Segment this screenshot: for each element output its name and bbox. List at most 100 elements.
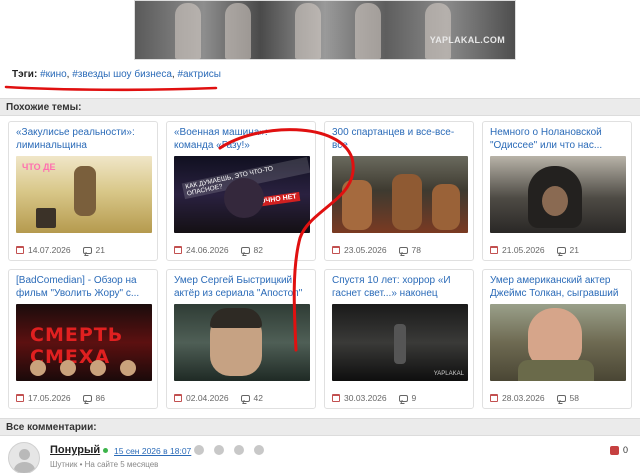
comment-icon: [82, 246, 92, 254]
topic-title[interactable]: Спустя 10 лет: хоррор «И гаснет свет...»…: [332, 275, 466, 301]
thumbnail-figure: [392, 174, 422, 230]
comment-author[interactable]: Понурый: [50, 444, 100, 456]
topic-thumbnail[interactable]: КАК ДУМАЕШЬ, ЭТО ЧТО-ТО ОПАСНОЕ? ДА ТОЧН…: [174, 156, 310, 233]
topic-meta: 02.04.2026 42: [174, 393, 263, 403]
comments-header: Все комментарии:: [0, 418, 640, 436]
topic-thumbnail[interactable]: ЧТО ДЕ: [16, 156, 152, 233]
post-image[interactable]: YAPLAKAL.COM: [134, 0, 516, 60]
topic-meta: 24.06.2026 82: [174, 245, 263, 255]
tag-link[interactable]: #актрисы: [177, 69, 221, 80]
topic-comment-count: 21: [95, 245, 106, 255]
topic-date: 21.05.2026: [502, 245, 545, 255]
comment-author-status: Шутник • На сайте 5 месяцев: [50, 460, 159, 469]
topic-meta: 28.03.2026 58: [490, 393, 579, 403]
comment-item: Понурый 15 сен 2026 в 18:07 Шутник • На …: [8, 440, 632, 473]
topic-meta: 23.05.2026 78: [332, 245, 421, 255]
post-image-area: YAPLAKAL.COM: [0, 0, 640, 62]
image-detail: [225, 3, 251, 59]
image-detail: [425, 3, 451, 59]
calendar-icon: [16, 394, 24, 402]
topic-meta: 21.05.2026 21: [490, 245, 579, 255]
topic-title[interactable]: «Закулисье реальности»: лиминальщина: [16, 127, 150, 153]
comment-icon: [82, 394, 92, 402]
topic-card[interactable]: Умер американский актер Джеймс Толкан, с…: [482, 269, 632, 409]
topic-comment-count: 82: [253, 245, 264, 255]
image-detail: [295, 3, 321, 59]
topic-card[interactable]: 300 спартанцев и все-все-все 23.05.2026 …: [324, 121, 474, 261]
vote-down-icon[interactable]: [609, 445, 619, 455]
topic-card[interactable]: Немного о Ноланов­ской "Одиссее" или что…: [482, 121, 632, 261]
thumbnail-figure: [342, 180, 372, 230]
topic-comment-count: 21: [569, 245, 580, 255]
comment-actions: [194, 445, 264, 455]
thumbnail-figure: [36, 208, 56, 228]
quote-icon[interactable]: [234, 445, 244, 455]
comment-icon: [556, 246, 566, 254]
calendar-icon: [16, 246, 24, 254]
tags-label: Тэги:: [12, 69, 38, 80]
post-tags: Тэги: #кино, #звезды шоу бизнеса, #актри…: [12, 69, 221, 80]
topic-comment-count: 58: [569, 393, 580, 403]
topic-card[interactable]: [BadComedian] - Обзор на фильм "Уволить …: [8, 269, 158, 409]
topic-comment-count: 86: [95, 393, 106, 403]
comment-icon: [398, 246, 408, 254]
reply-icon[interactable]: [254, 445, 264, 455]
thumbnail-figure: [518, 360, 594, 381]
thumbnail-figure: [432, 184, 460, 230]
topic-title[interactable]: [BadComedian] - Обзор на фильм "Уволить …: [16, 275, 150, 301]
thumbnail-figure: [74, 166, 96, 216]
topic-card[interactable]: Спустя 10 лет: хоррор «И гаснет свет...»…: [324, 269, 474, 409]
thumbnail-figure: [394, 324, 406, 364]
info-icon[interactable]: [194, 445, 204, 455]
rating-value: 0: [622, 445, 628, 455]
thumbnail-caption: ЧТО ДЕ: [22, 162, 56, 172]
image-detail: [175, 3, 201, 59]
topic-title[interactable]: Умер американский актер Джеймс Толкан, с…: [490, 275, 624, 301]
annotation-underline: [4, 85, 218, 92]
topic-date: 30.03.2026: [344, 393, 387, 403]
user-tenure: На сайте 5 месяцев: [84, 460, 159, 469]
topic-thumbnail[interactable]: [174, 304, 310, 381]
topic-meta: 30.03.2026 9: [332, 393, 416, 403]
thumbnail-watermark: YAPLAKAL: [433, 371, 464, 377]
calendar-icon: [174, 246, 182, 254]
topic-thumbnail[interactable]: [490, 304, 626, 381]
topic-thumbnail[interactable]: [332, 156, 468, 233]
image-watermark: YAPLAKAL.COM: [429, 35, 505, 45]
thumbnail-figure: [120, 360, 136, 376]
thumbnail-figure: [528, 308, 582, 368]
warning-icon[interactable]: [214, 445, 224, 455]
topic-title[interactable]: Умер Сергей Быстрицкий, актёр из сериала…: [174, 275, 308, 301]
topic-card[interactable]: «Военная машина»: команда «Газу!» КАК ДУ…: [166, 121, 316, 261]
user-rank: Шутник: [50, 460, 78, 469]
online-status-icon: [103, 448, 108, 453]
topic-thumbnail[interactable]: YAPLAKAL: [332, 304, 468, 381]
topic-comment-count: 9: [411, 393, 417, 403]
avatar[interactable]: [8, 442, 40, 473]
thumbnail-figure: [30, 360, 46, 376]
topic-thumbnail[interactable]: [490, 156, 626, 233]
comment-rating: 0: [609, 445, 628, 455]
topic-meta: 14.07.2026 21: [16, 245, 105, 255]
topic-title[interactable]: 300 спартанцев и все-все-все: [332, 127, 466, 153]
topic-date: 02.04.2026: [186, 393, 229, 403]
thumbnail-figure: [542, 186, 568, 216]
topic-date: 14.07.2026: [28, 245, 71, 255]
thumbnail-figure: [90, 360, 106, 376]
thumbnail-figure: [210, 308, 262, 328]
topic-date: 28.03.2026: [502, 393, 545, 403]
comment-date[interactable]: 15 сен 2026 в 18:07: [114, 446, 191, 456]
thumbnail-figure: [224, 178, 264, 218]
topic-date: 24.06.2026: [186, 245, 229, 255]
topic-card[interactable]: Умер Сергей Быстрицкий, актёр из сериала…: [166, 269, 316, 409]
thumbnail-figure: [60, 360, 76, 376]
topic-card[interactable]: «Закулисье реальности»: лиминальщина ЧТО…: [8, 121, 158, 261]
topic-title[interactable]: Немного о Ноланов­ской "Одиссее" или что…: [490, 127, 624, 153]
topic-date: 17.05.2026: [28, 393, 71, 403]
tag-link[interactable]: #кино: [40, 69, 67, 80]
calendar-icon: [490, 246, 498, 254]
topic-title[interactable]: «Военная машина»: команда «Газу!»: [174, 127, 308, 153]
topic-thumbnail[interactable]: СМЕРТЬ СМЕХА: [16, 304, 152, 381]
tag-link[interactable]: #звезды шоу бизнеса: [72, 69, 172, 80]
image-detail: [355, 3, 381, 59]
